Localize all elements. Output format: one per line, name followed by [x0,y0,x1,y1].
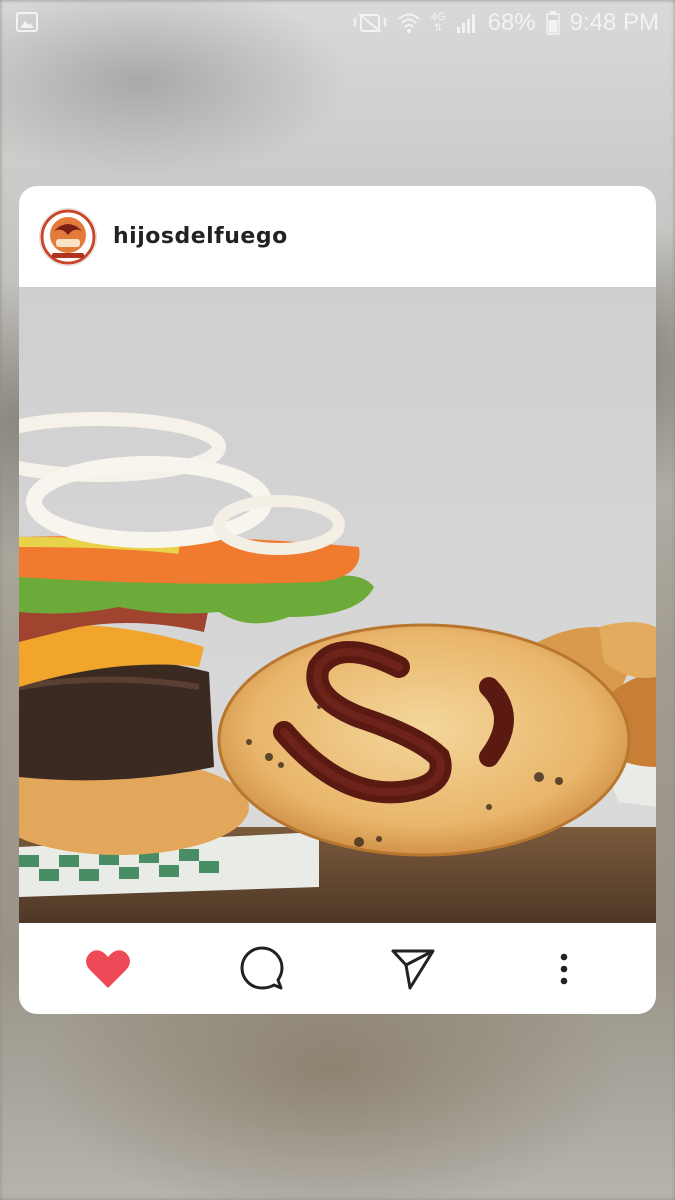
post-actions-bar [19,923,656,1014]
like-button[interactable] [82,943,134,995]
signal-icon [456,12,478,34]
network-indicator: 4G ⇅ [430,11,446,35]
gallery-icon [16,12,38,36]
share-button[interactable] [387,943,439,995]
heart-icon [86,950,130,988]
status-bar: 4G ⇅ 68% 9:48 PM [0,0,675,46]
post-username[interactable]: hijosdelfuego [113,224,288,249]
comment-button[interactable] [235,943,287,995]
wifi-icon [397,11,421,35]
more-icon [560,953,568,985]
send-icon [391,949,435,990]
profile-avatar[interactable] [39,207,97,266]
post-header: hijosdelfuego [19,186,656,287]
more-options-button[interactable] [538,943,590,995]
post-photo[interactable] [19,287,656,923]
battery-icon [545,11,560,35]
comment-icon [240,946,284,990]
post-preview-card: hijosdelfuego [19,186,656,1014]
battery-percentage: 68% [487,9,536,36]
mute-icon [352,12,387,34]
network-label: 4G [430,11,446,23]
clock: 9:48 PM [569,9,659,36]
